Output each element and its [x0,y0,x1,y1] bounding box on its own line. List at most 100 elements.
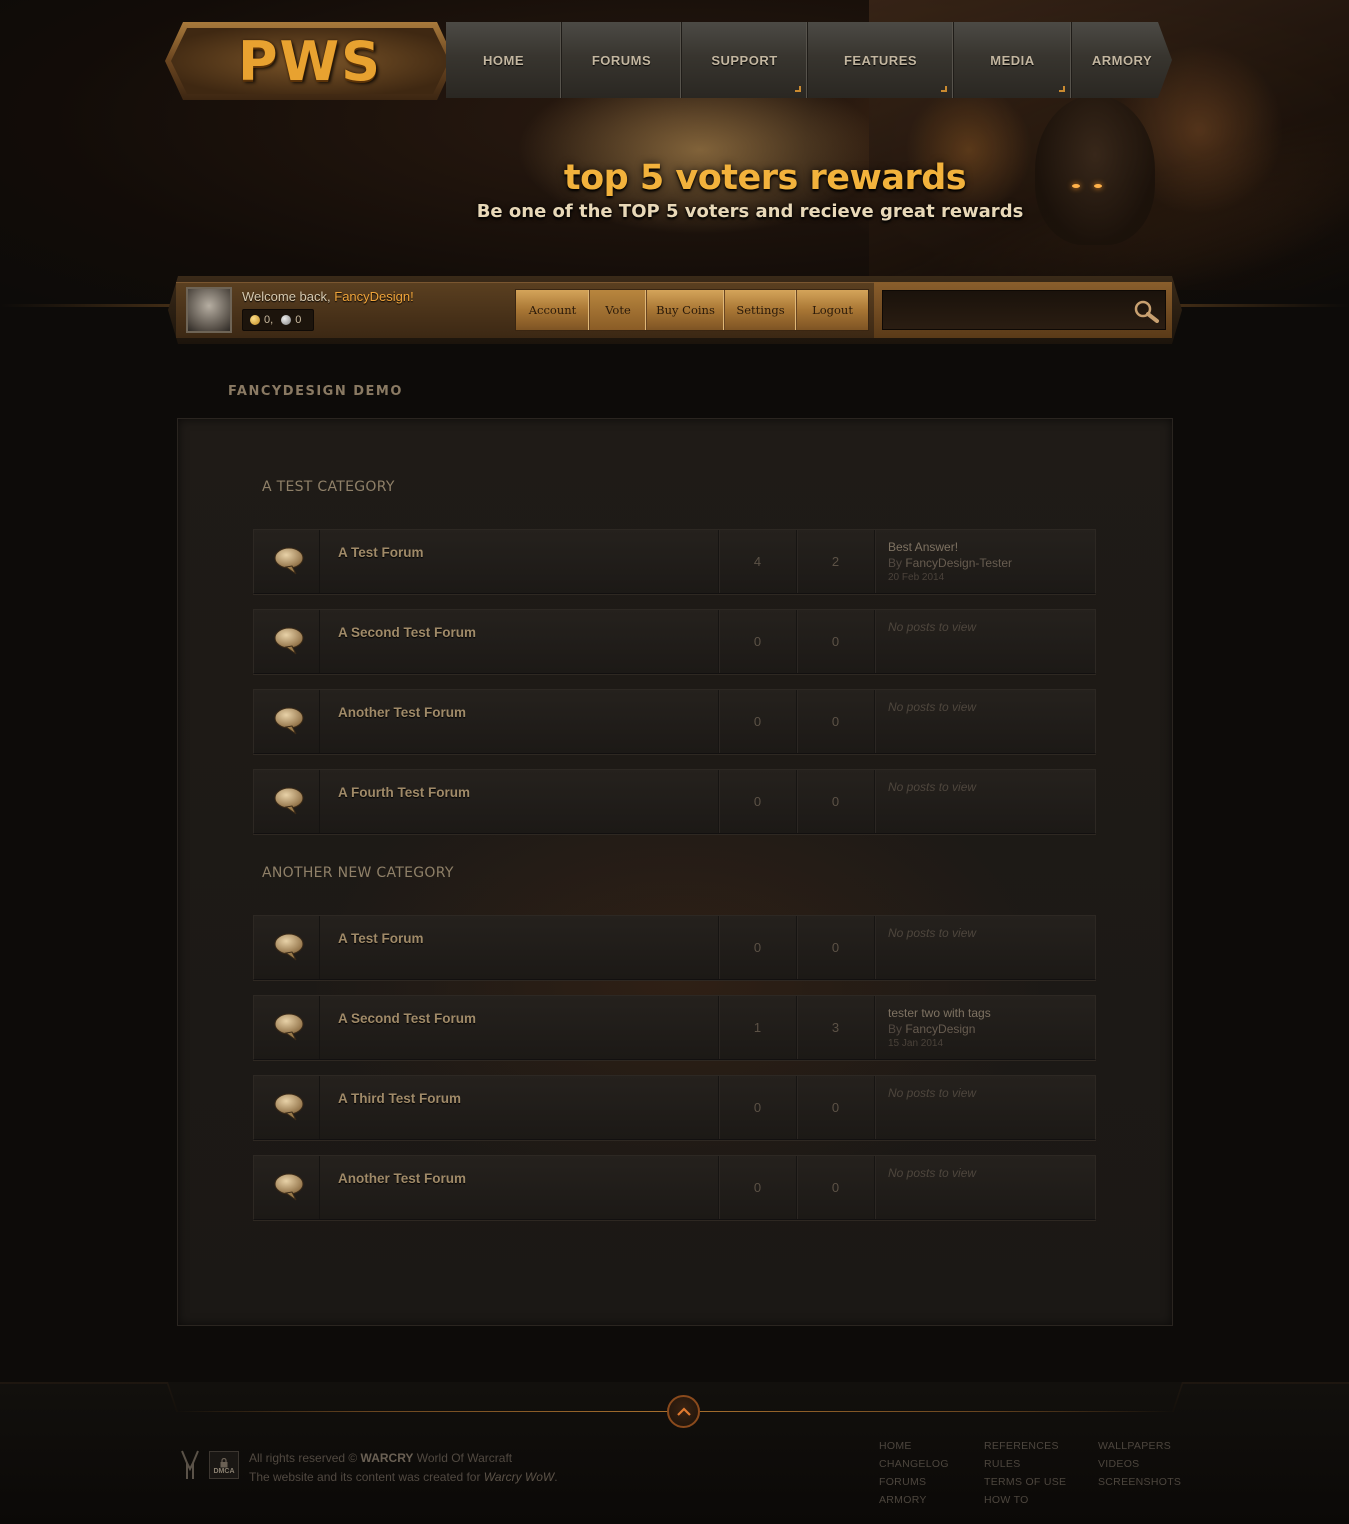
warcry-logo-icon[interactable] [180,1449,200,1481]
by-label: By [888,556,906,570]
dmca-label: DMCA [213,1468,235,1475]
nav-media[interactable]: MEDIA [954,22,1072,98]
last-post: No posts to view [888,1085,976,1101]
forum-name[interactable]: A Second Test Forum [338,1011,476,1026]
dmca-badge[interactable]: DMCA [209,1451,239,1479]
forum-row[interactable]: Another Test Forum 0 0 No posts to view [253,1155,1096,1220]
created-brand[interactable]: Warcry WoW [484,1470,554,1484]
hero-eye-glow [1072,184,1080,188]
nav-home[interactable]: HOME [446,22,562,98]
last-post-author[interactable]: FancyDesign [905,1022,975,1036]
site-logo[interactable]: PWS [171,28,449,94]
topic-count: 1 [718,996,796,1059]
footer-link[interactable]: SCREENSHOTS [1098,1473,1181,1491]
column-divider [874,770,875,833]
column-divider [874,1076,875,1139]
welcome-prefix: Welcome back, [242,289,335,304]
forum-row[interactable]: A Second Test Forum 0 0 No posts to view [253,609,1096,674]
back-to-top-button[interactable] [667,1395,700,1428]
username-link[interactable]: FancyDesign! [334,289,413,304]
button-label: Settings [736,303,785,317]
copyright-text: All rights reserved © WARCRY World Of Wa… [249,1449,558,1487]
nav-features[interactable]: FEATURES [808,22,954,98]
footer-link-column: HOME CHANGELOG FORUMS ARMORY [879,1437,949,1509]
button-label: Logout [812,303,853,317]
forum-icon-cell [254,916,320,979]
forum-row[interactable]: A Test Forum 0 0 No posts to view [253,915,1096,980]
footer-link[interactable]: TERMS OF USE [984,1473,1066,1491]
forum-name[interactable]: A Test Forum [338,931,424,946]
last-post-title[interactable]: Best Answer! [888,539,1012,555]
no-posts-text: No posts to view [888,1166,977,1180]
speech-bubble-icon [274,787,304,815]
search-icon[interactable] [1132,299,1160,323]
nav-label: HOME [483,52,524,68]
last-post: No posts to view [888,699,976,715]
nav-forums[interactable]: FORUMS [562,22,682,98]
silver-coin-icon [281,315,292,325]
last-post-author[interactable]: FancyDesign-Tester [905,556,1012,570]
settings-button[interactable]: Settings [725,290,797,330]
forum-name[interactable]: Another Test Forum [338,705,466,720]
avatar[interactable] [186,287,232,333]
nav-label: SUPPORT [711,52,778,68]
forum-icon-cell [254,996,320,1059]
footer-link[interactable]: WALLPAPERS [1098,1437,1181,1455]
column-divider [874,1156,875,1219]
banner-subtitle: Be one of the TOP 5 voters and recieve g… [476,201,1024,222]
rights-brand: WARCRY [360,1451,414,1465]
banner-title[interactable]: top 5 voters rewards [540,158,990,198]
logout-button[interactable]: Logout [797,290,868,330]
topic-count: 0 [718,610,796,673]
forum-name[interactable]: A Fourth Test Forum [338,785,470,800]
nav-label: FEATURES [843,52,918,68]
account-button[interactable]: Account [516,290,590,330]
footer-link[interactable]: CHANGELOG [879,1455,949,1473]
chevron-up-icon [676,1406,691,1416]
speech-bubble-icon [274,627,304,655]
forum-name[interactable]: A Third Test Forum [338,1091,461,1106]
no-posts-text: No posts to view [888,1086,977,1100]
footer-link-column: REFERENCES RULES TERMS OF USE HOW TO [984,1437,1066,1509]
footer-link[interactable]: ARMORY [879,1491,949,1509]
nav-support[interactable]: SUPPORT [682,22,808,98]
forum-icon-cell [254,1156,320,1219]
column-divider [874,610,875,673]
category-title[interactable]: ANOTHER NEW CATEGORY [262,865,454,881]
forum-name[interactable]: Another Test Forum [338,1171,466,1186]
forum-row[interactable]: A Test Forum 4 2 Best Answer! By FancyDesign… [253,529,1096,594]
forum-icon-cell [254,610,320,673]
search-input[interactable] [882,290,1166,330]
forum-row[interactable]: A Fourth Test Forum 0 0 No posts to view [253,769,1096,834]
button-label: Vote [605,303,631,317]
vote-button[interactable]: Vote [590,290,647,330]
nav-armory[interactable]: ARMORY [1072,22,1172,98]
footer-link[interactable]: FORUMS [879,1473,949,1491]
forum-name[interactable]: A Test Forum [338,545,424,560]
buy-coins-button[interactable]: Buy Coins [647,290,725,330]
last-post-title[interactable]: tester two with tags [888,1005,991,1021]
logo-text: PWS [237,29,383,93]
speech-bubble-icon [274,547,304,575]
forum-row[interactable]: A Third Test Forum 0 0 No posts to view [253,1075,1096,1140]
forum-icon-cell [254,770,320,833]
footer-link[interactable]: REFERENCES [984,1437,1066,1455]
category-title[interactable]: A TEST CATEGORY [262,479,395,495]
footer-link[interactable]: RULES [984,1455,1066,1473]
last-post-byline: By FancyDesign-Tester [888,555,1012,571]
forum-row[interactable]: A Second Test Forum 1 3 tester two with tag… [253,995,1096,1060]
currency-balance: 0, 0 [242,309,314,331]
last-post: No posts to view [888,619,976,635]
post-count: 0 [796,916,874,979]
speech-bubble-icon [274,707,304,735]
last-post: tester two with tags By FancyDesign 15 Jan… [888,1005,991,1051]
footer-link[interactable]: VIDEOS [1098,1455,1181,1473]
post-count: 0 [796,1156,874,1219]
forum-row[interactable]: Another Test Forum 0 0 No posts to view [253,689,1096,754]
rights-prefix: All rights reserved © [249,1451,361,1465]
forum-name[interactable]: A Second Test Forum [338,625,476,640]
post-count: 0 [796,770,874,833]
footer-link[interactable]: HOME [879,1437,949,1455]
footer-link[interactable]: HOW TO [984,1491,1066,1509]
last-post: No posts to view [888,1165,976,1181]
